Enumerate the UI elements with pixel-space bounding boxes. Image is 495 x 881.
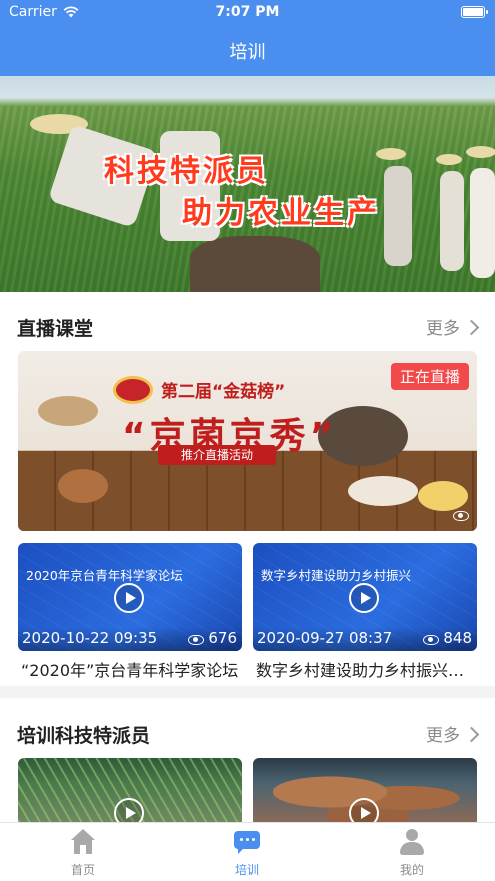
status-bar: Carrier 7:07 PM (0, 0, 495, 26)
view-count: 676 (208, 629, 237, 647)
view-count: 848 (443, 629, 472, 647)
tab-label: 培训 (234, 863, 259, 877)
chevron-right-icon (463, 319, 480, 335)
farmer-figure (440, 171, 464, 271)
video-thumbnail[interactable]: 数字乡村建设助力乡村振兴 2020-09-27 08:37 848 (253, 543, 477, 651)
play-icon[interactable] (114, 798, 144, 822)
more-label: 更多 (426, 319, 460, 339)
live-more-button[interactable]: 更多 (426, 314, 480, 339)
eye-icon (423, 635, 439, 645)
video-date: 2020-09-27 08:37 (257, 629, 393, 647)
video-meta: 2020-09-27 08:37 848 (253, 627, 477, 651)
hero-banner[interactable]: 科技特派员 助力农业生产 (0, 76, 495, 292)
farmer-hat (436, 154, 462, 165)
play-icon[interactable] (349, 583, 379, 613)
training-video-thumbnail[interactable] (18, 758, 242, 822)
chevron-right-icon (463, 726, 480, 742)
live-now-badge: 正在直播 (390, 363, 469, 390)
banner-subtitle: 推介直播活动 (158, 445, 276, 465)
play-icon[interactable] (114, 583, 144, 613)
mud-patch (190, 236, 320, 292)
farmer-figure (384, 166, 412, 266)
live-banner-card[interactable]: 第二届“金菇榜” “京菌京秀” 推介直播活动 正在直播 (18, 351, 477, 531)
live-section-title: 直播课堂 (17, 318, 94, 340)
tab-label: 首页 (70, 863, 95, 877)
training-more-button[interactable]: 更多 (426, 721, 480, 746)
banner-small-title: 第二届“金菇榜” (161, 382, 286, 402)
farmer-hat (376, 148, 406, 160)
farmer-figure (470, 168, 495, 278)
video-card[interactable]: 数字乡村建设助力乡村振兴 2020-09-27 08:37 848 数字乡村建设… (253, 543, 478, 680)
tab-training[interactable]: 培训 (207, 829, 287, 878)
live-section-header: 直播课堂 更多 (0, 310, 495, 340)
mushroom-decoration (58, 469, 108, 503)
tab-me[interactable]: 我的 (372, 829, 452, 878)
training-video-thumbnail[interactable] (253, 758, 477, 822)
event-logo (113, 376, 153, 404)
video-thumbnail[interactable]: 2020年京台青年科学家论坛 2020-10-22 09:35 676 (18, 543, 242, 651)
mushroom-decoration (348, 476, 418, 506)
home-icon (70, 829, 96, 855)
training-section-title: 培训科技特派员 (17, 725, 151, 747)
chat-icon (234, 829, 260, 855)
thumbnail-title: 2020年京台青年科学家论坛 (26, 568, 183, 583)
training-section-header: 培训科技特派员 更多 (0, 717, 495, 747)
tab-label: 我的 (399, 863, 424, 877)
more-label: 更多 (426, 726, 460, 746)
video-caption: “2020年”京台青年科学家论坛 (21, 661, 239, 680)
video-caption: 数字乡村建设助力乡村振兴高级研修班 (256, 661, 478, 680)
hero-headline-1: 科技特派员 (104, 154, 269, 189)
tab-home[interactable]: 首页 (43, 829, 123, 878)
nav-bar: Carrier 7:07 PM 培训 (0, 0, 495, 76)
video-card[interactable]: 2020年京台青年科学家论坛 2020-10-22 09:35 676 “202… (18, 543, 242, 680)
mushroom-decoration (418, 481, 468, 511)
eye-icon (188, 635, 204, 645)
section-divider (0, 686, 495, 698)
thumbnail-title: 数字乡村建设助力乡村振兴 (261, 568, 412, 583)
mushroom-decoration (38, 396, 98, 426)
video-meta: 2020-10-22 09:35 676 (18, 627, 242, 651)
bottom-tab-bar: 首页 培训 我的 (0, 822, 495, 881)
person-icon (399, 829, 425, 855)
clock: 7:07 PM (215, 4, 280, 20)
video-date: 2020-10-22 09:35 (22, 629, 158, 647)
page-title: 培训 (229, 42, 266, 63)
eye-icon (453, 511, 469, 521)
hero-headline-2: 助力农业生产 (182, 196, 380, 231)
play-icon[interactable] (349, 798, 379, 822)
battery-icon (461, 6, 488, 18)
farmer-hat (466, 146, 495, 158)
